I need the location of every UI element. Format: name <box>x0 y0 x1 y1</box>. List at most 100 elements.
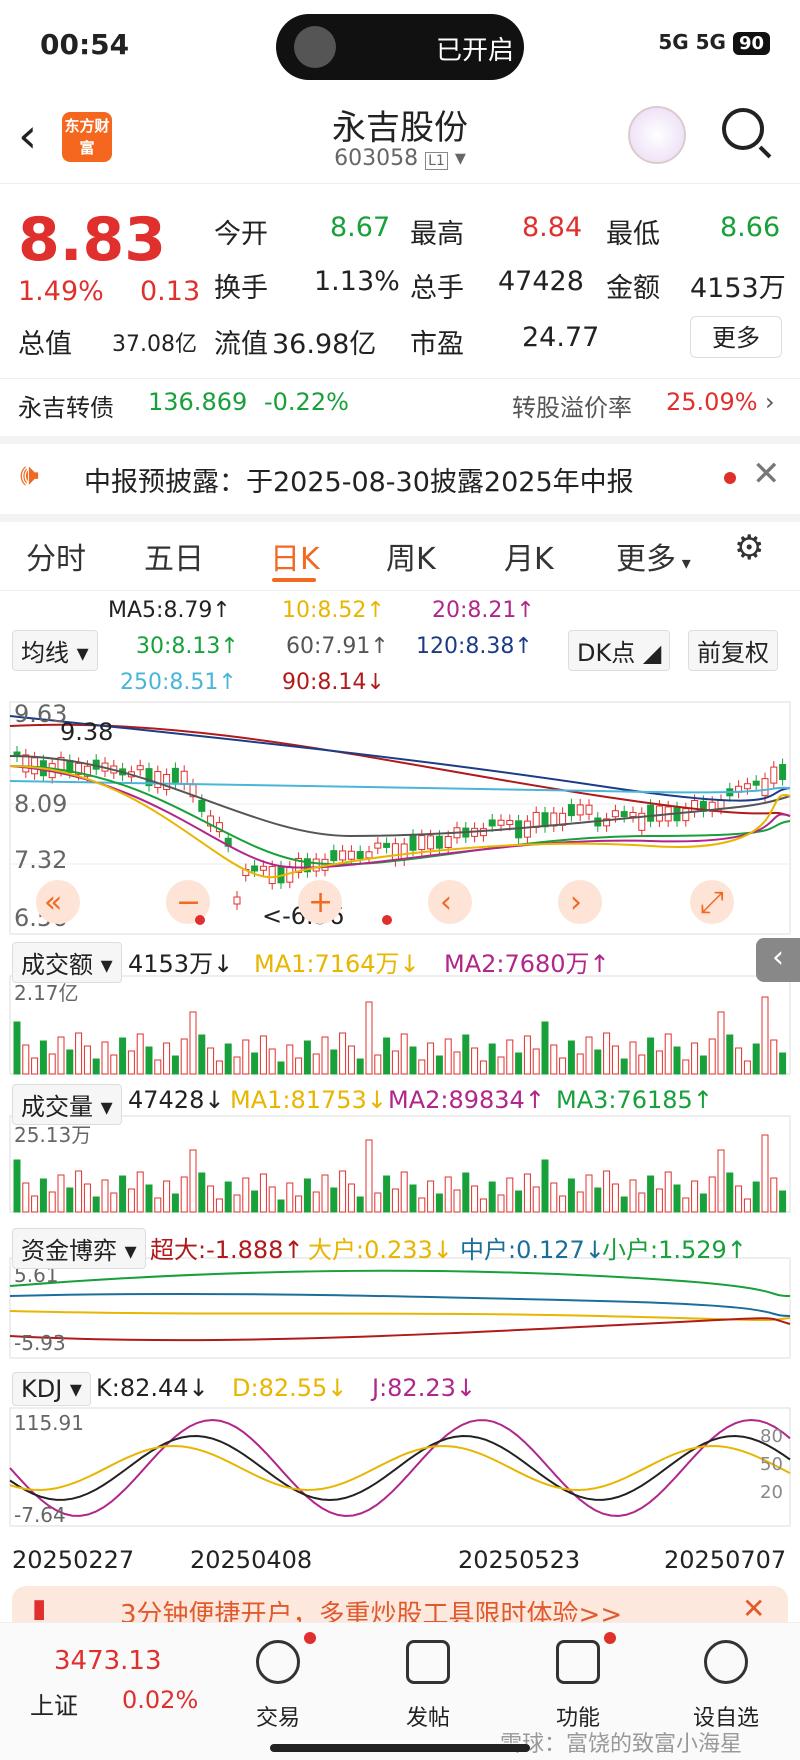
assistant-avatar-icon[interactable] <box>628 106 686 164</box>
amount-bars <box>13 996 787 1075</box>
amount-bar <box>523 1035 531 1075</box>
volume-ma2: MA2:89834↑ <box>388 1086 545 1114</box>
bond-name[interactable]: 永吉转债 <box>18 388 114 423</box>
kdj-selector[interactable]: KDJ ▾ <box>12 1372 91 1406</box>
close-icon[interactable]: ✕ <box>752 454 781 494</box>
premium-value[interactable]: 25.09% <box>666 388 758 416</box>
capital-selector-label: 资金博弈 <box>21 1237 117 1265</box>
function-grid-icon[interactable] <box>556 1640 600 1684</box>
trade-icon[interactable] <box>256 1640 300 1684</box>
ma90-label: 90:8.14↓ <box>282 670 385 695</box>
amount-bar <box>391 1050 399 1075</box>
notice-bar[interactable]: 🕪 中报预披露：于2025-08-30披露2025年中报 ✕ <box>0 444 800 514</box>
volume-bar <box>726 1172 734 1213</box>
post-icon[interactable] <box>406 1640 450 1684</box>
gear-icon[interactable]: ⚙ <box>734 528 764 568</box>
amount-ymax: 2.17亿 <box>14 981 79 1005</box>
promo-close-icon[interactable]: ✕ <box>742 1592 765 1625</box>
amount-selector-label: 成交额 <box>21 951 93 979</box>
chart-area[interactable]: 9.63 9.38 8.09 7.32 6.56 <-6.56 « − + ‹ … <box>0 696 800 1636</box>
amount-bar <box>242 1039 250 1075</box>
candle-body <box>154 771 162 789</box>
amount-bar <box>277 1061 285 1075</box>
collapse-icon[interactable]: ‹ <box>756 938 800 982</box>
candle-body <box>330 850 338 862</box>
candlesticks <box>13 746 787 910</box>
turnover-label[interactable]: 换手 <box>214 266 268 305</box>
candle-body <box>576 804 584 816</box>
mcap-label[interactable]: 总值 <box>18 322 72 361</box>
dynamic-island[interactable]: 已开启 <box>276 14 524 80</box>
dk-label: DK点 <box>577 639 636 667</box>
candle-body <box>409 834 417 851</box>
candle-body <box>268 866 276 885</box>
amount-bar <box>620 1058 628 1075</box>
amount-label: 金额 <box>606 273 660 304</box>
tab-daily-k[interactable]: 日K <box>270 534 320 578</box>
volume-bar <box>664 1171 672 1213</box>
unread-dot <box>724 472 736 484</box>
more-button[interactable]: 更多 <box>690 316 782 358</box>
candle-body <box>532 811 540 828</box>
kdj-selector-label: KDJ <box>21 1375 63 1403</box>
amount-bar <box>453 1051 461 1075</box>
volume-selector[interactable]: 成交量 ▾ <box>12 1084 122 1125</box>
volume-bar <box>594 1187 602 1213</box>
date-tick: 20250523 <box>458 1546 580 1574</box>
status-icons: 5G 5G 90 <box>658 30 770 55</box>
notice-text: 中报预披露：于2025-08-30披露2025年中报 <box>84 467 634 498</box>
volume-bar <box>779 1190 787 1213</box>
status-time: 00:54 <box>40 28 130 61</box>
amount-bar <box>57 1036 65 1075</box>
tab-weekly-k[interactable]: 周K <box>386 534 436 578</box>
nav-post[interactable]: 发帖 <box>368 1700 488 1732</box>
search-icon[interactable] <box>722 108 764 150</box>
signal-icon: 5G 5G <box>658 30 726 54</box>
candle-body <box>488 819 496 827</box>
amount-bar <box>66 1049 74 1075</box>
amount-bar <box>664 1033 672 1075</box>
kdj-ymin: -7.64 <box>14 1503 66 1527</box>
volume-bar <box>207 1185 215 1213</box>
index-value[interactable]: 3473.13 <box>54 1646 162 1676</box>
candle-body <box>374 842 382 849</box>
volume-bar <box>462 1172 470 1213</box>
adjust-button[interactable]: 前复权 <box>688 630 778 671</box>
ma20-line <box>9 765 791 869</box>
volume-bar <box>57 1174 65 1213</box>
bond-change: -0.22% <box>264 388 349 416</box>
volume-bar <box>66 1187 74 1213</box>
pe-value: 24.77 <box>522 322 600 353</box>
tab-five-day[interactable]: 五日 <box>144 534 204 578</box>
nav-trade[interactable]: 交易 <box>218 1700 338 1732</box>
amount-bar <box>752 1043 760 1075</box>
index-pct: 0.02% <box>122 1686 199 1714</box>
candle-body <box>251 865 259 872</box>
volume-bar <box>303 1178 311 1213</box>
chevron-right-icon[interactable]: › <box>765 388 775 416</box>
volume-bar <box>743 1198 751 1213</box>
volume-bars <box>13 1134 787 1213</box>
capital-big: 大户:0.233↓ <box>308 1236 453 1264</box>
volume-bar <box>365 1139 373 1213</box>
more-dots-icon[interactable] <box>704 1640 748 1684</box>
candle-body <box>198 799 206 812</box>
dk-point-button[interactable]: DK点 ◢ <box>568 630 671 671</box>
fcap-value: 36.98亿 <box>272 329 377 360</box>
amount-value: 4153万↓ <box>128 950 234 978</box>
tab-intraday[interactable]: 分时 <box>26 534 86 578</box>
capital-line-small <box>9 1269 791 1297</box>
amount-bar <box>541 1021 549 1075</box>
volume-bar <box>400 1171 408 1213</box>
tab-monthly-k[interactable]: 月K <box>504 534 554 578</box>
candle-body <box>743 783 751 790</box>
ma-selector[interactable]: 均线 ▾ <box>12 630 98 671</box>
candle-body <box>752 780 760 786</box>
candle-body <box>541 812 549 828</box>
tab-more[interactable]: 更多 ▾ <box>616 534 691 578</box>
amount-bar <box>330 1049 338 1075</box>
pe-label[interactable]: 市盈 <box>410 322 464 361</box>
capital-selector[interactable]: 资金博弈 ▾ <box>12 1228 146 1269</box>
amount-selector[interactable]: 成交额 ▾ <box>12 942 122 983</box>
amount-bar <box>611 1045 619 1075</box>
